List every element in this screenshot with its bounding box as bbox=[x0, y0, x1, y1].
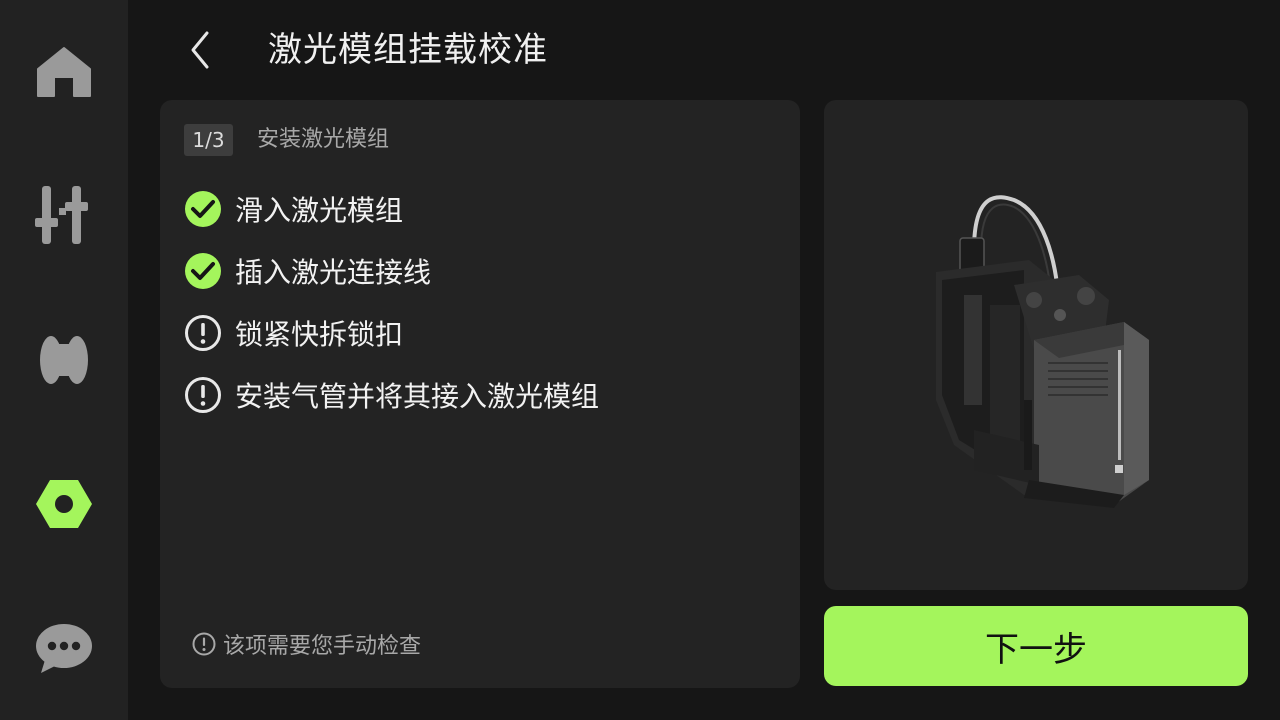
exclamation-circle-icon bbox=[184, 376, 222, 414]
check-circle-icon bbox=[184, 190, 222, 228]
checklist-item-air-tube: 安装气管并将其接入激光模组 bbox=[184, 364, 599, 426]
check-circle-icon bbox=[184, 252, 222, 290]
checklist-item-label: 锁紧快拆锁扣 bbox=[235, 318, 404, 351]
home-icon bbox=[37, 47, 91, 97]
chat-bubble-icon bbox=[36, 624, 92, 673]
manual-note-text: 该项需要您手动检查 bbox=[223, 634, 422, 659]
info-circle-icon bbox=[192, 632, 216, 656]
sliders-icon bbox=[35, 186, 88, 244]
back-button[interactable] bbox=[176, 26, 224, 74]
laser-module-illustration-panel bbox=[824, 100, 1248, 590]
nav-filament-button[interactable] bbox=[0, 310, 128, 410]
checklist-item-label: 滑入激光模组 bbox=[235, 194, 404, 227]
checklist: 滑入激光模组 插入激光连接线 锁紧快拆锁扣 安装气管并将其接入激光模组 bbox=[184, 178, 599, 426]
checklist-item-label: 安装气管并将其接入激光模组 bbox=[235, 380, 600, 413]
step-counter-badge: 1/3 bbox=[184, 124, 233, 156]
page-title: 激光模组挂载校准 bbox=[268, 30, 548, 70]
step-heading: 安装激光模组 bbox=[257, 127, 390, 152]
nav-home-button[interactable] bbox=[0, 22, 128, 122]
manual-check-note: 该项需要您手动检查 bbox=[192, 628, 421, 660]
nav-messages-button[interactable] bbox=[0, 598, 128, 698]
nav-settings-button[interactable] bbox=[0, 454, 128, 554]
laser-module-image bbox=[936, 195, 1149, 508]
chevron-left-icon bbox=[191, 31, 209, 69]
hex-nut-settings-icon bbox=[36, 480, 92, 528]
checklist-item-lock-latch: 锁紧快拆锁扣 bbox=[184, 302, 599, 364]
exclamation-circle-icon bbox=[184, 314, 222, 352]
checklist-item-slide-in: 滑入激光模组 bbox=[184, 178, 599, 240]
sidebar-nav bbox=[0, 0, 128, 720]
calibration-steps-panel: 1/3 安装激光模组 滑入激光模组 插入激光连接线 锁紧快拆锁扣 安装气管并将其… bbox=[160, 100, 800, 688]
filament-spool-icon bbox=[40, 336, 88, 384]
checklist-item-label: 插入激光连接线 bbox=[235, 256, 432, 289]
next-step-button[interactable]: 下一步 bbox=[824, 606, 1248, 686]
checklist-item-connect-cable: 插入激光连接线 bbox=[184, 240, 599, 302]
nav-controls-button[interactable] bbox=[0, 165, 128, 265]
